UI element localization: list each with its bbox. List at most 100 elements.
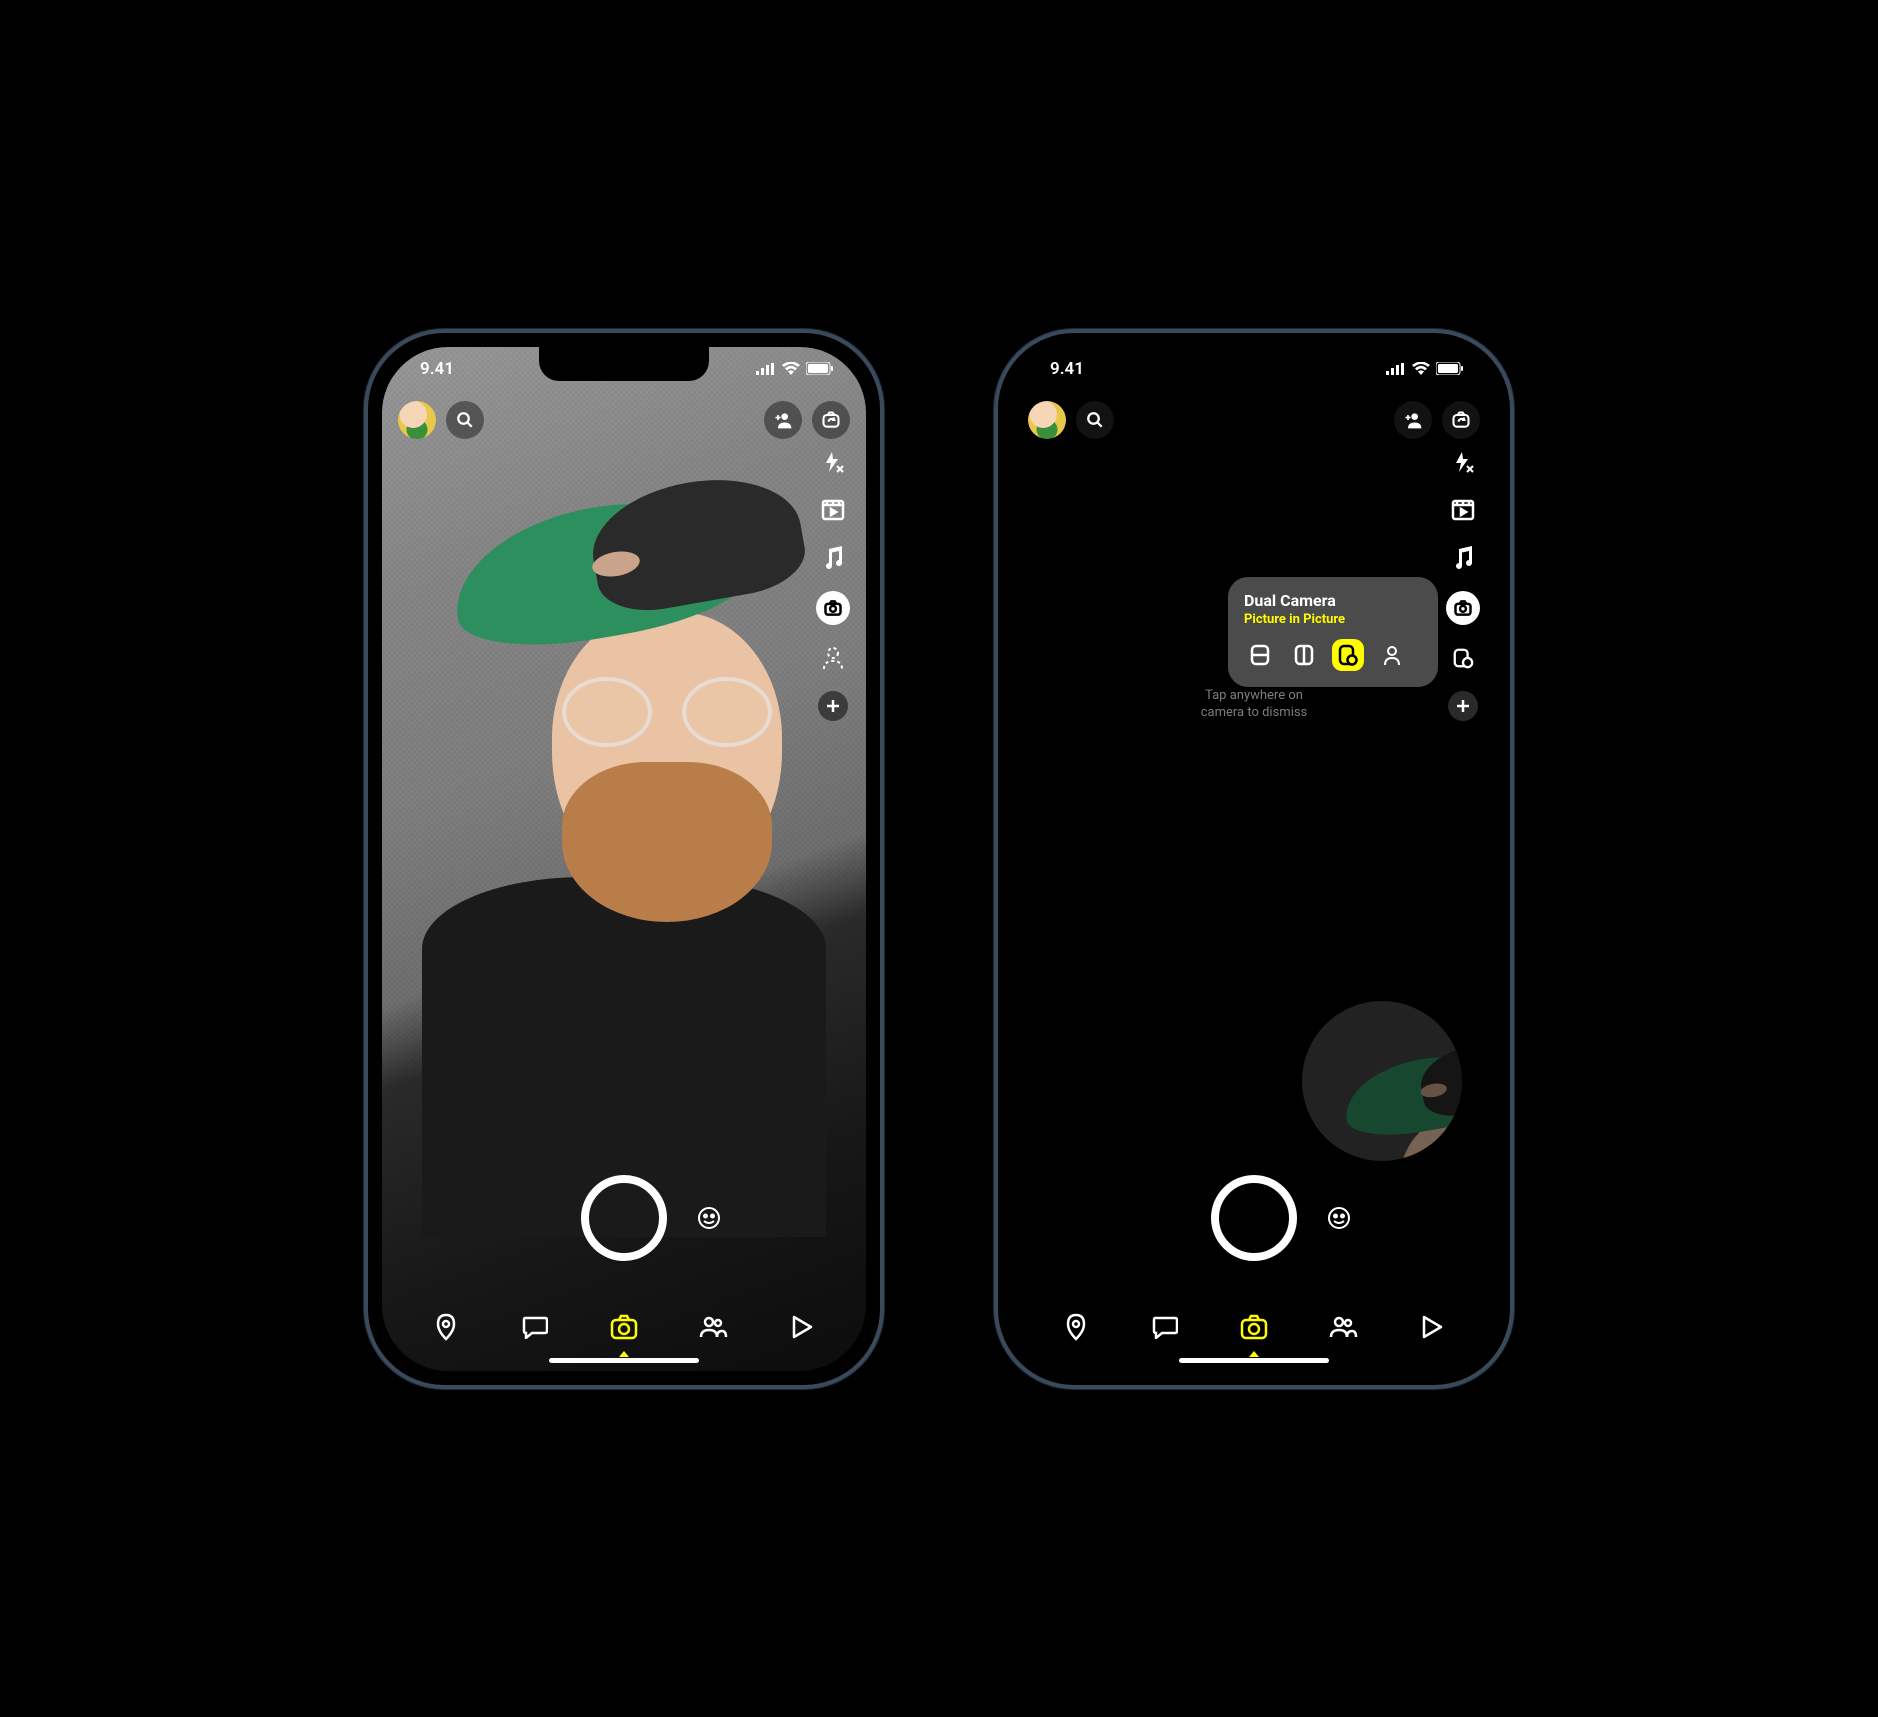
picture-in-picture-icon <box>1338 644 1358 666</box>
dual-camera-icon <box>1453 598 1473 618</box>
add-friend-button[interactable] <box>764 401 802 439</box>
person-outline-icon <box>822 646 844 670</box>
home-indicator[interactable] <box>1179 1358 1329 1363</box>
video-icon <box>1451 499 1475 521</box>
camera-flip-button[interactable] <box>1442 401 1480 439</box>
search-button[interactable] <box>446 401 484 439</box>
phone-frame-left: 9.41 <box>364 329 884 1389</box>
wifi-icon <box>1412 362 1430 375</box>
pip-person-photo <box>1305 1001 1462 1161</box>
profile-avatar[interactable] <box>1028 401 1066 439</box>
video-button[interactable] <box>1448 495 1478 525</box>
person-outline-button[interactable] <box>818 643 848 673</box>
flash-toggle[interactable] <box>818 447 848 477</box>
dismiss-hint: Tap anywhere on camera to dismiss <box>1012 687 1496 722</box>
nav-spotlight[interactable] <box>1412 1307 1452 1347</box>
status-indicators <box>756 362 834 375</box>
nav-camera[interactable] <box>604 1307 644 1347</box>
screen: 9.41 <box>382 347 866 1371</box>
camera-flip-button[interactable] <box>812 401 850 439</box>
chat-icon <box>1152 1315 1178 1339</box>
nav-indicator <box>619 1351 629 1357</box>
flash-toggle[interactable] <box>1448 447 1478 477</box>
flash-off-icon <box>1451 450 1475 474</box>
people-icon <box>1328 1316 1358 1338</box>
nav-stories[interactable] <box>693 1307 733 1347</box>
search-button[interactable] <box>1076 401 1114 439</box>
notch <box>1169 347 1339 381</box>
dual-camera-options <box>1244 639 1422 671</box>
capture-controls <box>1012 1175 1496 1261</box>
dual-camera-title: Dual Camera <box>1244 591 1422 610</box>
pip-preview[interactable] <box>1302 1001 1462 1161</box>
camera-flip-icon <box>821 410 841 430</box>
shutter-button[interactable] <box>1211 1175 1297 1261</box>
layout-vertical-option[interactable] <box>1288 639 1320 671</box>
battery-icon <box>806 362 834 375</box>
nav-chat[interactable] <box>1145 1307 1185 1347</box>
layout-pip-option[interactable] <box>1332 639 1364 671</box>
play-icon <box>1421 1315 1443 1339</box>
add-friend-icon <box>773 411 793 429</box>
dual-camera-subtitle: Picture in Picture <box>1244 612 1422 627</box>
home-indicator[interactable] <box>549 1358 699 1363</box>
more-tools-button[interactable] <box>818 691 848 721</box>
status-indicators <box>1386 362 1464 375</box>
split-horizontal-icon <box>1250 644 1270 666</box>
dual-camera-button[interactable] <box>1446 591 1480 625</box>
shutter-button[interactable] <box>581 1175 667 1261</box>
camera-flip-icon <box>1451 410 1471 430</box>
battery-icon <box>1436 362 1464 375</box>
camera-side-toolbar <box>816 447 850 721</box>
nav-spotlight[interactable] <box>782 1307 822 1347</box>
top-overlay-row <box>398 401 850 439</box>
map-pin-icon <box>1064 1313 1088 1341</box>
cellular-icon <box>756 363 776 375</box>
nav-indicator <box>1249 1351 1259 1357</box>
notch <box>539 347 709 381</box>
phone-frame-right: 9.41 <box>994 329 1514 1389</box>
camera-side-toolbar <box>1446 447 1480 721</box>
dual-camera-panel[interactable]: Dual Camera Picture in Picture <box>1228 577 1438 687</box>
dual-camera-small-button[interactable] <box>1448 643 1478 673</box>
status-time: 9.41 <box>1050 359 1084 379</box>
video-button[interactable] <box>818 495 848 525</box>
nav-chat[interactable] <box>515 1307 555 1347</box>
add-friend-button[interactable] <box>1394 401 1432 439</box>
nav-stories[interactable] <box>1323 1307 1363 1347</box>
music-button[interactable] <box>1448 543 1478 573</box>
layout-horizontal-option[interactable] <box>1244 639 1276 671</box>
wifi-icon <box>782 362 800 375</box>
bottom-nav <box>382 1307 866 1347</box>
flash-off-icon <box>821 450 845 474</box>
play-icon <box>791 1315 813 1339</box>
dual-camera-button[interactable] <box>816 591 850 625</box>
nav-map[interactable] <box>426 1307 466 1347</box>
search-icon <box>1086 411 1104 429</box>
top-overlay-row <box>1028 401 1480 439</box>
screen: 9.41 <box>1012 347 1496 1371</box>
nav-map[interactable] <box>1056 1307 1096 1347</box>
music-button[interactable] <box>818 543 848 573</box>
camera-icon <box>610 1314 638 1340</box>
lens-carousel-button[interactable] <box>693 1202 725 1234</box>
search-icon <box>456 411 474 429</box>
music-icon <box>1452 546 1474 570</box>
camera-icon <box>1240 1314 1268 1340</box>
emoji-icon <box>697 1206 721 1230</box>
add-friend-icon <box>1403 411 1423 429</box>
dual-camera-icon <box>823 598 843 618</box>
lens-carousel-button[interactable] <box>1323 1202 1355 1234</box>
dual-camera-small-icon <box>1452 647 1474 669</box>
cellular-icon <box>1386 363 1406 375</box>
people-icon <box>698 1316 728 1338</box>
video-icon <box>821 499 845 521</box>
profile-avatar[interactable] <box>398 401 436 439</box>
cutout-icon <box>1382 644 1402 666</box>
bottom-nav <box>1012 1307 1496 1347</box>
hint-line-1: Tap anywhere on <box>1205 688 1303 703</box>
chat-icon <box>522 1315 548 1339</box>
nav-camera[interactable] <box>1234 1307 1274 1347</box>
layout-cutout-option[interactable] <box>1376 639 1408 671</box>
plus-icon <box>825 698 841 714</box>
